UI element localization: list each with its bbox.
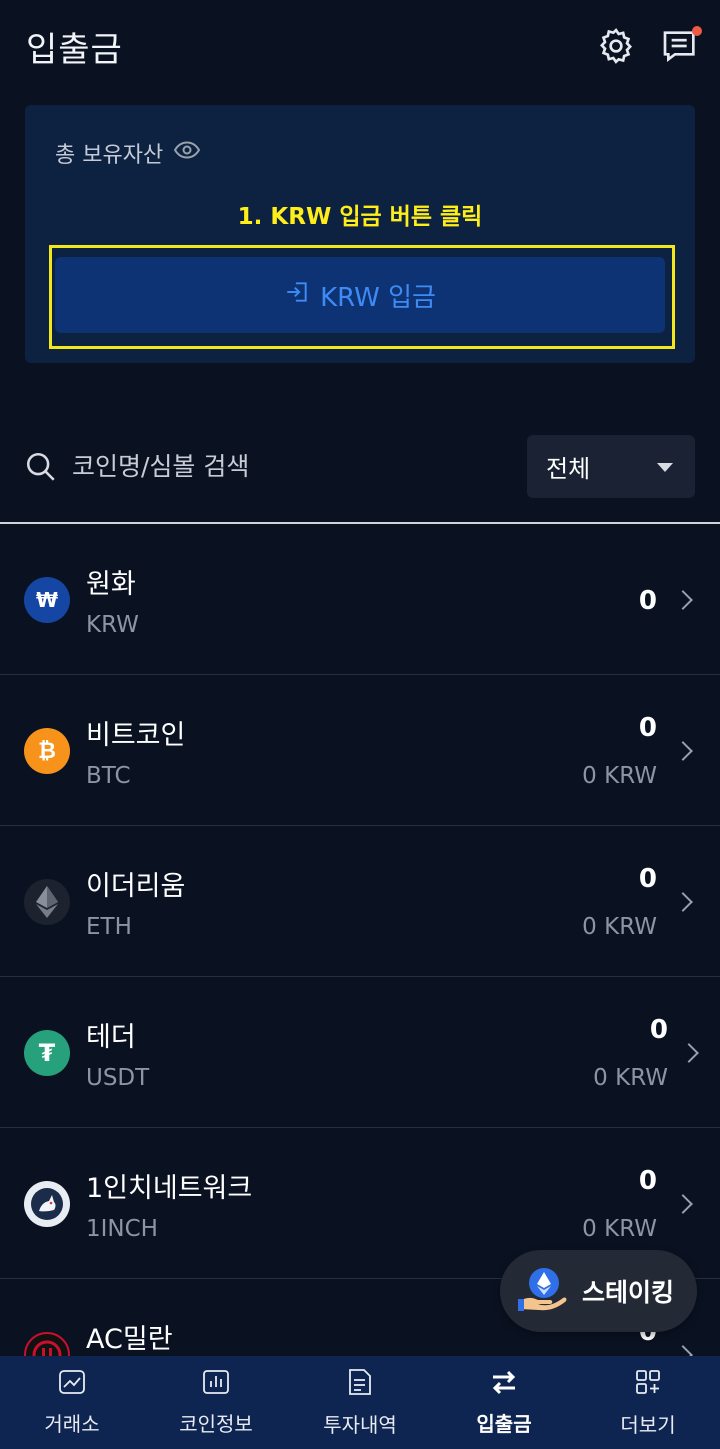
unicorn-logo-icon — [24, 1181, 70, 1227]
coin-symbol: KRW — [86, 612, 139, 638]
document-icon — [347, 1368, 373, 1401]
staking-eth-hand-icon — [518, 1265, 568, 1317]
coin-name: 이더리움 — [86, 871, 186, 902]
app-header: 입출금 — [0, 0, 720, 92]
coin-symbol: 1INCH — [86, 1216, 158, 1242]
caret-down-icon — [657, 463, 673, 472]
bitcoin-logo-icon: ₿ — [24, 728, 70, 774]
nav-coin-info[interactable]: 코인정보 — [144, 1356, 288, 1449]
coin-name: 1인치네트워크 — [86, 1173, 253, 1204]
bottom-nav: 거래소 코인정보 투자내역 입출금 더보기 — [0, 1356, 720, 1449]
coin-symbol: USDT — [86, 1065, 150, 1091]
coin-krw-value: 0 KRW — [582, 914, 657, 940]
coin-name: AC밀란 — [86, 1324, 173, 1355]
coin-name: 테더 — [86, 1022, 136, 1053]
transfer-arrows-icon — [490, 1369, 518, 1400]
nav-label: 코인정보 — [179, 1411, 253, 1436]
tether-logo-icon: ₮ — [24, 1030, 70, 1076]
coin-amount: 0 — [638, 864, 657, 894]
bar-chart-icon — [202, 1369, 230, 1400]
guide-annotation: 1. KRW 입금 버튼 클릭 — [237, 204, 483, 230]
coin-search-input[interactable] — [72, 444, 492, 488]
coin-name: 비트코인 — [86, 720, 186, 751]
nav-label: 입출금 — [476, 1411, 532, 1436]
coin-krw-value: 0 KRW — [593, 1065, 668, 1091]
won-logo-icon: ₩ — [24, 577, 70, 623]
total-asset-card: 총 보유자산 1. KRW 입금 버튼 클릭 KRW 입금 — [25, 105, 695, 363]
settings-gear-icon[interactable] — [594, 24, 638, 68]
total-asset-label-row: 총 보유자산 — [55, 137, 201, 169]
chevron-right-icon — [673, 590, 693, 610]
grid-plus-icon — [634, 1368, 662, 1401]
nav-label: 투자내역 — [323, 1412, 397, 1437]
chevron-right-icon — [673, 1194, 693, 1214]
notification-dot — [692, 26, 702, 36]
coin-row-usdt[interactable]: ₮ 테더 USDT 0 0 KRW — [0, 977, 720, 1128]
staking-label: 스테이킹 — [582, 1278, 675, 1307]
coin-amount: 0 — [638, 713, 657, 743]
staking-floating-button[interactable]: 스테이킹 — [500, 1250, 697, 1332]
total-asset-label: 총 보유자산 — [55, 143, 164, 168]
coin-row-btc[interactable]: ₿ 비트코인 BTC 0 0 KRW — [0, 675, 720, 826]
chart-line-icon — [58, 1369, 86, 1400]
search-row: 전체 — [0, 432, 720, 502]
ethereum-logo-icon — [24, 879, 70, 925]
coin-krw-value: 0 KRW — [582, 763, 657, 789]
deposit-icon — [284, 279, 310, 312]
filter-value: 전체 — [546, 455, 591, 483]
coin-symbol: BTC — [86, 763, 131, 789]
chevron-right-icon — [679, 1043, 699, 1063]
coin-amount: 0 — [649, 1015, 668, 1045]
nav-exchange[interactable]: 거래소 — [0, 1356, 144, 1449]
nav-investment-history[interactable]: 투자내역 — [288, 1356, 432, 1449]
chevron-right-icon — [673, 892, 693, 912]
filter-dropdown[interactable]: 전체 — [527, 435, 695, 498]
nav-label: 거래소 — [44, 1411, 100, 1436]
nav-more[interactable]: 더보기 — [576, 1356, 720, 1449]
search-icon — [24, 450, 58, 488]
coin-symbol: ETH — [86, 914, 132, 940]
coin-amount: 0 — [638, 586, 657, 616]
krw-deposit-label: KRW 입금 — [320, 282, 436, 313]
nav-label: 더보기 — [620, 1412, 676, 1437]
coin-amount: 0 — [638, 1166, 657, 1196]
krw-deposit-button[interactable]: KRW 입금 — [55, 257, 665, 333]
page-title: 입출금 — [26, 30, 123, 70]
notice-message-icon[interactable] — [658, 24, 702, 68]
chevron-right-icon — [673, 741, 693, 761]
coin-row-eth[interactable]: 이더리움 ETH 0 0 KRW — [0, 826, 720, 977]
nav-deposit-withdraw[interactable]: 입출금 — [432, 1356, 576, 1449]
coin-krw-value: 0 KRW — [582, 1216, 657, 1242]
eye-icon[interactable] — [173, 140, 201, 166]
coin-name: 원화 — [86, 569, 136, 600]
coin-row-krw[interactable]: ₩ 원화 KRW 0 — [0, 524, 720, 675]
